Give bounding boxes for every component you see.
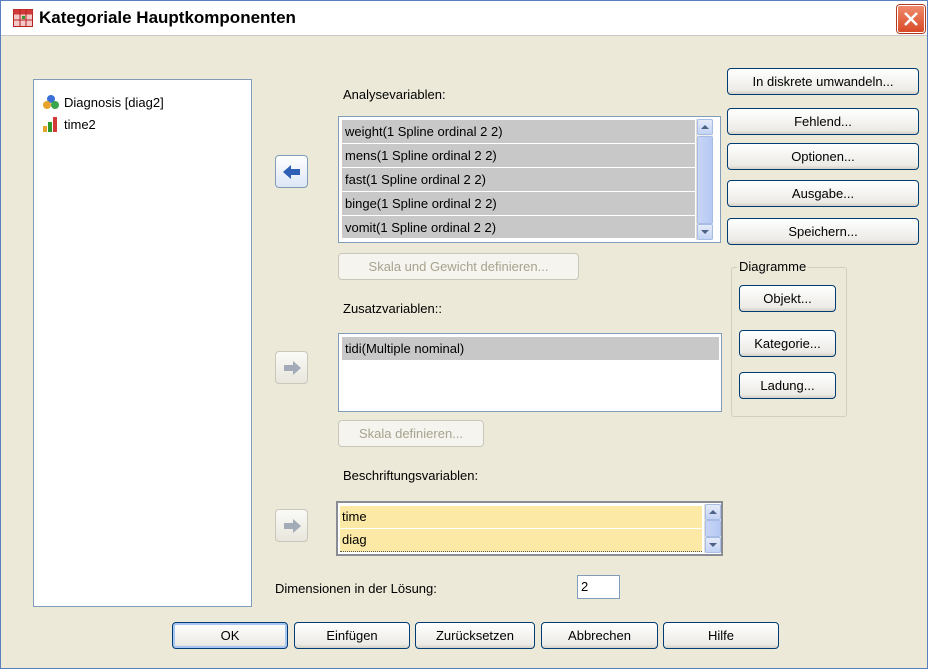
supplementary-variables-label: Zusatzvariablen:: bbox=[343, 301, 442, 316]
dialog-window: Kategoriale Hauptkomponenten Diagnosis [… bbox=[0, 0, 928, 669]
labeling-variable-list[interactable]: time diag bbox=[336, 501, 723, 556]
scale-weight-button[interactable]: Skala und Gewicht definieren... bbox=[338, 253, 579, 280]
title-bar: Kategoriale Hauptkomponenten bbox=[1, 1, 927, 36]
scroll-up-button[interactable] bbox=[705, 504, 721, 520]
scroll-thumb[interactable] bbox=[705, 520, 721, 537]
arrow-down-icon bbox=[709, 543, 717, 547]
supplementary-variable-list[interactable]: tidi(Multiple nominal) bbox=[338, 333, 722, 412]
scroll-down-button[interactable] bbox=[705, 537, 721, 553]
source-variable-list[interactable]: Diagnosis [diag2] time2 bbox=[33, 79, 252, 607]
list-item[interactable]: time2 bbox=[42, 114, 96, 134]
arrow-right-icon bbox=[283, 360, 301, 375]
list-item[interactable]: tidi(Multiple nominal) bbox=[342, 337, 719, 360]
paste-button[interactable]: Einfügen bbox=[294, 622, 410, 649]
list-item[interactable]: vomit(1 Spline ordinal 2 2) bbox=[342, 216, 695, 238]
save-button[interactable]: Speichern... bbox=[727, 218, 919, 245]
scroll-thumb[interactable] bbox=[697, 136, 713, 224]
spss-table-icon bbox=[13, 9, 33, 27]
list-item[interactable]: fast(1 Spline ordinal 2 2) bbox=[342, 168, 695, 191]
help-button[interactable]: Hilfe bbox=[663, 622, 779, 649]
list-item[interactable]: time bbox=[340, 506, 702, 528]
labeling-variables-label: Beschriftungsvariablen: bbox=[343, 468, 479, 483]
analysis-scrollbar[interactable] bbox=[696, 119, 713, 240]
variable-label: Diagnosis [diag2] bbox=[64, 94, 164, 110]
nominal-variable-icon bbox=[42, 94, 60, 110]
list-item[interactable]: mens(1 Spline ordinal 2 2) bbox=[342, 144, 695, 167]
analysis-variable-list[interactable]: weight(1 Spline ordinal 2 2) mens(1 Spli… bbox=[338, 116, 721, 243]
arrow-up-icon bbox=[701, 125, 709, 129]
analysis-variables-label: Analysevariablen: bbox=[343, 87, 446, 102]
dimensions-input[interactable]: 2 bbox=[577, 575, 620, 599]
list-item[interactable]: Diagnosis [diag2] bbox=[42, 92, 164, 112]
missing-button[interactable]: Fehlend... bbox=[727, 108, 919, 135]
ok-button[interactable]: OK bbox=[172, 622, 288, 649]
arrow-down-icon bbox=[701, 230, 709, 234]
dimensions-label: Dimensionen in der Lösung: bbox=[275, 581, 437, 596]
window-title: Kategoriale Hauptkomponenten bbox=[39, 8, 296, 27]
reset-button[interactable]: Zurücksetzen bbox=[415, 622, 535, 649]
scale-define-button[interactable]: Skala definieren... bbox=[338, 420, 484, 447]
object-plot-button[interactable]: Objekt... bbox=[739, 285, 836, 312]
output-button[interactable]: Ausgabe... bbox=[727, 180, 919, 207]
discretize-button[interactable]: In diskrete umwandeln... bbox=[727, 68, 919, 95]
plots-group-label: Diagramme bbox=[737, 259, 809, 274]
variable-label: time2 bbox=[64, 116, 96, 132]
arrow-up-icon bbox=[709, 510, 717, 514]
arrow-left-icon bbox=[282, 164, 300, 179]
close-icon bbox=[904, 12, 918, 26]
scroll-up-button[interactable] bbox=[697, 119, 713, 135]
move-labeling-button[interactable] bbox=[275, 509, 308, 542]
list-item[interactable]: diag bbox=[340, 529, 702, 552]
cancel-button[interactable]: Abbrechen bbox=[541, 622, 658, 649]
close-button[interactable] bbox=[897, 5, 925, 33]
list-item[interactable]: binge(1 Spline ordinal 2 2) bbox=[342, 192, 695, 215]
category-plot-button[interactable]: Kategorie... bbox=[739, 330, 836, 357]
labeling-scrollbar[interactable] bbox=[704, 504, 721, 553]
loading-plot-button[interactable]: Ladung... bbox=[739, 372, 836, 399]
scroll-down-button[interactable] bbox=[697, 224, 713, 240]
options-button[interactable]: Optionen... bbox=[727, 143, 919, 170]
arrow-right-icon bbox=[283, 518, 301, 533]
move-supplementary-button[interactable] bbox=[275, 351, 308, 384]
list-item[interactable]: weight(1 Spline ordinal 2 2) bbox=[342, 120, 695, 143]
scale-variable-icon bbox=[42, 116, 60, 132]
move-analysis-button[interactable] bbox=[275, 155, 308, 188]
